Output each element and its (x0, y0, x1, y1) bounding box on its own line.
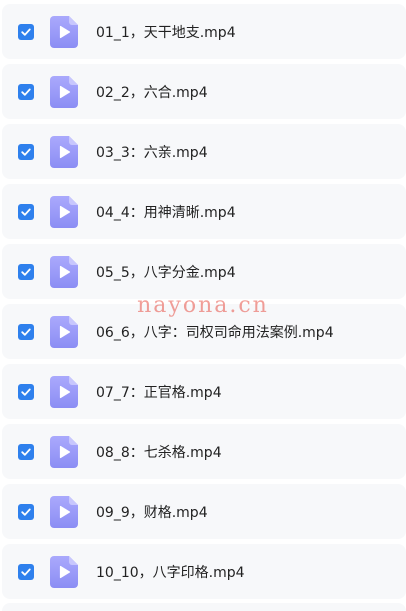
checkbox-checked[interactable] (18, 203, 34, 220)
checkbox-checked[interactable] (18, 503, 34, 520)
checkmark-icon (21, 208, 31, 216)
checkbox-checked[interactable] (18, 143, 34, 160)
checkbox-checked[interactable] (18, 383, 34, 400)
checkmark-icon (21, 568, 31, 576)
video-file-icon (50, 15, 78, 48)
file-name: 07_7：正官格.mp4 (96, 384, 222, 401)
next-row-partial (2, 603, 406, 611)
checkbox-checked[interactable] (18, 263, 34, 280)
file-name: 09_9，财格.mp4 (96, 504, 208, 521)
video-file-icon (50, 135, 78, 168)
file-name: 03_3：六亲.mp4 (96, 144, 208, 161)
checkmark-icon (21, 328, 31, 336)
file-row[interactable]: 05_5，八字分金.mp4 (2, 244, 406, 299)
file-row[interactable]: 03_3：六亲.mp4 (2, 124, 406, 179)
file-row[interactable]: 09_9，财格.mp4 (2, 484, 406, 539)
checkmark-icon (21, 148, 31, 156)
video-file-icon (50, 435, 78, 468)
video-file-icon (50, 555, 78, 588)
checkbox-checked[interactable] (18, 83, 34, 100)
video-file-icon (50, 375, 78, 408)
file-name: 02_2，六合.mp4 (96, 84, 208, 101)
checkmark-icon (21, 28, 31, 36)
file-name: 10_10，八字印格.mp4 (96, 564, 245, 581)
video-file-icon (50, 75, 78, 108)
file-row[interactable]: 07_7：正官格.mp4 (2, 364, 406, 419)
file-row[interactable]: 08_8：七杀格.mp4 (2, 424, 406, 479)
file-row[interactable]: 04_4：用神清晰.mp4 (2, 184, 406, 239)
file-name: 06_6，八字：司权司命用法案例.mp4 (96, 324, 334, 341)
file-row[interactable]: 06_6，八字：司权司命用法案例.mp4 (2, 304, 406, 359)
file-row[interactable]: 02_2，六合.mp4 (2, 64, 406, 119)
checkmark-icon (21, 388, 31, 396)
file-name: 08_8：七杀格.mp4 (96, 444, 222, 461)
file-list: 01_1，天干地支.mp4 02_2，六合.mp4 03_3：六亲.mp4 04… (0, 0, 406, 611)
video-file-icon (50, 195, 78, 228)
checkbox-checked[interactable] (18, 563, 34, 580)
checkmark-icon (21, 508, 31, 516)
video-file-icon (50, 315, 78, 348)
file-name: 05_5，八字分金.mp4 (96, 264, 236, 281)
file-row[interactable]: 10_10，八字印格.mp4 (2, 544, 406, 599)
video-file-icon (50, 495, 78, 528)
file-name: 04_4：用神清晰.mp4 (96, 204, 236, 221)
checkmark-icon (21, 448, 31, 456)
checkmark-icon (21, 268, 31, 276)
file-row[interactable]: 01_1，天干地支.mp4 (2, 4, 406, 59)
checkbox-checked[interactable] (18, 323, 34, 340)
video-file-icon (50, 255, 78, 288)
checkbox-checked[interactable] (18, 443, 34, 460)
file-name: 01_1，天干地支.mp4 (96, 24, 236, 41)
checkmark-icon (21, 88, 31, 96)
checkbox-checked[interactable] (18, 23, 34, 40)
